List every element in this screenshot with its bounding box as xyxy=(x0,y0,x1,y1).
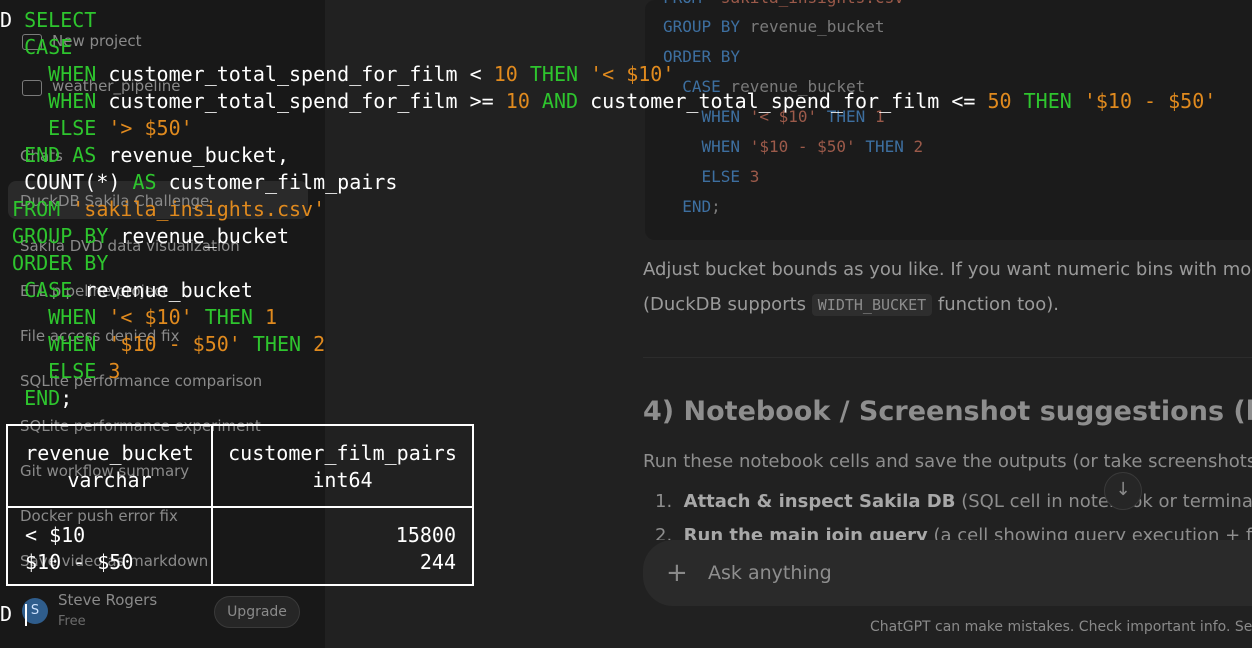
sql-line: COUNT(*) AS customer_film_pairs xyxy=(24,170,398,194)
sql-line: GROUP BY revenue_bucket xyxy=(12,224,289,248)
column-header: customer_film_pairs int64 xyxy=(228,441,457,492)
table-cell: $10 - $50 xyxy=(25,550,134,574)
sql-line: WHEN '$10 - $50' THEN 2 xyxy=(48,332,326,356)
sql-line: CASE xyxy=(24,35,73,59)
column-header: revenue_bucket varchar xyxy=(25,441,194,492)
sql-line: WHEN customer_total_spend_for_film < 10 … xyxy=(48,62,675,86)
result-table: revenue_bucket varchar customer_film_pai… xyxy=(6,424,474,586)
table-cell: 244 xyxy=(419,550,456,574)
sql-line: CASE revenue_bucket xyxy=(24,278,253,302)
table-cell: 15800 xyxy=(395,523,456,547)
sql-line: ELSE '> $50' xyxy=(48,116,193,140)
prompt-line[interactable]: D xyxy=(0,601,12,628)
sql-line: WHEN customer_total_spend_for_film >= 10… xyxy=(48,89,1217,113)
sql-line: D SELECT xyxy=(0,8,97,32)
sql-line: END AS revenue_bucket, xyxy=(24,143,290,167)
text-cursor xyxy=(25,604,27,626)
sql-line: FROM 'sakila_insights.csv' xyxy=(12,197,326,221)
table-cell: < $10 xyxy=(25,523,86,547)
sql-line: ELSE 3 xyxy=(48,359,121,383)
sql-line: ORDER BY xyxy=(12,251,109,275)
header-divider xyxy=(8,506,472,508)
terminal-overlay[interactable]: D SELECT CASE WHEN customer_total_spend_… xyxy=(0,0,1252,648)
sql-line: END; xyxy=(24,386,73,410)
sql-line: WHEN '< $10' THEN 1 xyxy=(48,305,277,329)
